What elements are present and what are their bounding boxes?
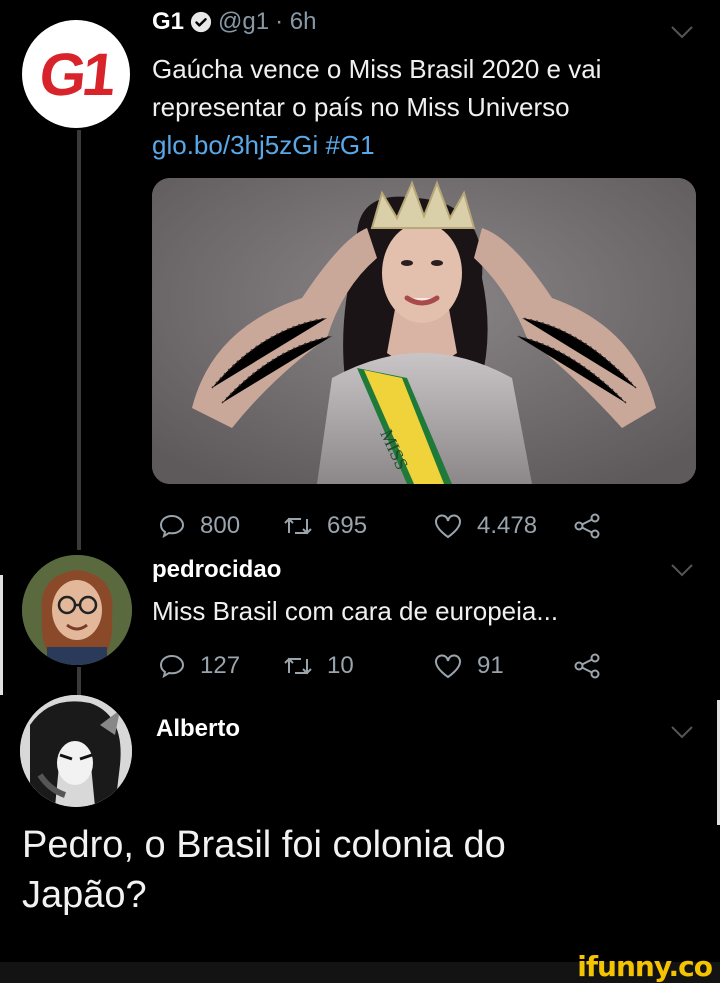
like-count: 91 [477,652,504,679]
reply-text: Pedro, o Brasil foi colonia do Japão? [22,820,506,920]
edge-mark [0,575,3,695]
chevron-down-icon[interactable] [668,722,696,742]
reply-header: pedrocidao [152,556,281,584]
like-button[interactable]: 4.478 [433,512,573,540]
hashtag-link[interactable]: #G1 [325,130,374,160]
reply-header: Alberto [156,715,240,743]
retweet-button[interactable]: 695 [283,512,433,540]
like-button[interactable]: 91 [433,652,573,680]
tweet-text-line: Gaúcha vence o Miss Brasil 2020 e vai [152,54,602,84]
tweet-actions: 800 695 4.478 [158,512,608,540]
tweet-time: · 6h [275,8,317,35]
g1-avatar[interactable]: G1 [22,20,130,128]
retweet-icon [284,517,312,535]
reply-actions: 127 10 91 [158,652,608,680]
retweet-button[interactable]: 10 [283,652,433,680]
g1-logo: G1 [36,40,116,108]
reply-icon [159,514,185,539]
reply-text-line: Pedro, o Brasil foi colonia do [22,824,506,866]
reply-icon [159,654,185,679]
avatar-pedrocidao[interactable] [22,555,132,665]
author-name[interactable]: pedrocidao [152,556,281,584]
avatar-alberto[interactable] [20,695,132,807]
tweet-text: Gaúcha vence o Miss Brasil 2020 e vai re… [152,50,601,164]
reply-count: 127 [200,652,241,679]
reply-button[interactable]: 127 [158,652,283,680]
tweet-links: glo.bo/3hj5zGi #G1 [152,126,601,164]
photo-miss-brasil: MISS [152,178,696,484]
thread-line [77,130,81,550]
like-icon [435,654,461,679]
reply-text-line: Japão? [22,874,147,916]
tweet-media[interactable]: MISS [152,178,696,484]
retweet-icon [284,657,312,675]
tweet-header: G1 @g1 · 6h [152,8,316,36]
like-count: 4.478 [477,512,538,539]
share-icon[interactable] [573,512,601,540]
retweet-count: 695 [327,512,368,539]
chevron-down-icon[interactable] [668,22,696,42]
ifunny-watermark: ifunny.co [577,950,713,983]
tweet-link[interactable]: glo.bo/3hj5zGi [152,130,318,160]
thread-line [77,667,81,697]
screen: G1 G1 @g1 · 6h Gaúcha vence o Miss Brasi… [0,0,720,983]
verified-icon [190,11,212,33]
reply-count: 800 [200,512,241,539]
chevron-down-icon[interactable] [668,560,696,580]
retweet-count: 10 [327,652,354,679]
reply-text: Miss Brasil com cara de europeia... [152,596,559,626]
author-name[interactable]: Alberto [156,715,240,743]
like-icon [435,514,461,539]
share-icon[interactable] [573,652,601,680]
tweet-text-line: representar o país no Miss Universo [152,92,570,122]
author-handle[interactable]: @g1 [218,8,269,36]
author-name[interactable]: G1 [152,8,184,36]
reply-button[interactable]: 800 [158,512,283,540]
